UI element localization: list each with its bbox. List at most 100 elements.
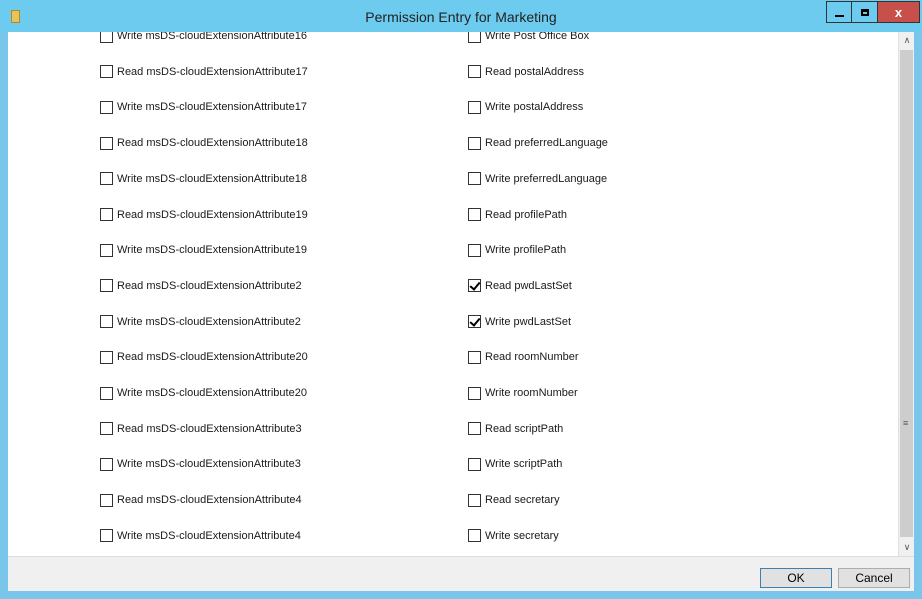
permission-label: Write msDS-cloudExtensionAttribute4 <box>117 529 301 542</box>
permission-label: Read postalAddress <box>485 65 585 78</box>
permission-label: Write preferredLanguage <box>485 172 608 185</box>
permission-checkbox-item[interactable]: Read preferredLanguage <box>468 135 608 151</box>
checkbox[interactable] <box>100 350 113 364</box>
permission-checkbox-item[interactable]: Write profilePath <box>468 242 566 258</box>
permission-label: Read scriptPath <box>485 422 564 435</box>
checkbox[interactable] <box>100 529 113 543</box>
checkbox[interactable] <box>100 172 113 186</box>
maximize-button[interactable] <box>852 1 878 23</box>
checkbox[interactable] <box>468 65 481 79</box>
checkbox[interactable] <box>468 457 481 471</box>
checkbox[interactable] <box>468 100 481 114</box>
permission-checkbox-item[interactable]: Write Post Office Box <box>468 32 589 44</box>
permission-label: Read msDS-cloudExtensionAttribute19 <box>117 208 308 221</box>
permission-label: Write msDS-cloudExtensionAttribute18 <box>117 172 307 185</box>
permission-label: Write profilePath <box>485 244 567 257</box>
scroll-up-arrow-icon[interactable]: ∧ <box>899 32 915 49</box>
checkbox[interactable] <box>100 386 113 400</box>
checkbox[interactable] <box>468 279 481 293</box>
ok-button[interactable]: OK <box>760 568 832 588</box>
permission-checkbox-item[interactable]: Write msDS-cloudExtensionAttribute20 <box>100 385 307 401</box>
permission-label: Read msDS-cloudExtensionAttribute18 <box>117 137 308 150</box>
checkbox[interactable] <box>100 136 113 150</box>
window-title: Permission Entry for Marketing <box>365 9 557 25</box>
permission-checkbox-item[interactable]: Read msDS-cloudExtensionAttribute19 <box>100 207 308 223</box>
checkbox[interactable] <box>100 422 113 436</box>
permission-label: Read msDS-cloudExtensionAttribute2 <box>117 279 302 292</box>
checkbox[interactable] <box>100 457 113 471</box>
permission-label: Write msDS-cloudExtensionAttribute16 <box>117 32 307 42</box>
permission-checkbox-item[interactable]: Write pwdLastSet <box>468 314 571 330</box>
permission-checkbox-item[interactable]: Read pwdLastSet <box>468 278 572 294</box>
permission-label: Read msDS-cloudExtensionAttribute4 <box>117 494 302 507</box>
checkbox[interactable] <box>468 243 481 257</box>
permission-checkbox-item[interactable]: Write msDS-cloudExtensionAttribute2 <box>100 314 301 330</box>
checkbox[interactable] <box>468 32 481 43</box>
title-bar[interactable]: Permission Entry for Marketing x <box>0 0 922 32</box>
permission-checkbox-item[interactable]: Write msDS-cloudExtensionAttribute19 <box>100 242 307 258</box>
permission-label: Read roomNumber <box>485 351 579 364</box>
permission-checkbox-item[interactable]: Write roomNumber <box>468 385 578 401</box>
permission-label: Write msDS-cloudExtensionAttribute3 <box>117 458 301 471</box>
checkbox[interactable] <box>100 100 113 114</box>
checkbox[interactable] <box>468 315 481 329</box>
permission-checkbox-item[interactable]: Write preferredLanguage <box>468 171 607 187</box>
permission-checkbox-item[interactable]: Write msDS-cloudExtensionAttribute17 <box>100 99 307 115</box>
checkbox[interactable] <box>468 172 481 186</box>
permission-checkbox-item[interactable]: Read msDS-cloudExtensionAttribute3 <box>100 421 302 437</box>
permission-checkbox-item[interactable]: Write msDS-cloudExtensionAttribute3 <box>100 456 301 472</box>
checkbox[interactable] <box>468 422 481 436</box>
checkbox[interactable] <box>468 350 481 364</box>
dialog-client: Write msDS-cloudExtensionAttribute16 Read… <box>8 32 914 591</box>
checkbox[interactable] <box>100 65 113 79</box>
checkbox[interactable] <box>468 136 481 150</box>
checkbox[interactable] <box>100 279 113 293</box>
permission-label: Write postalAddress <box>485 101 584 114</box>
permission-checkbox-item[interactable]: Read msDS-cloudExtensionAttribute17 <box>100 64 308 80</box>
permission-checkbox-item[interactable]: Read postalAddress <box>468 64 584 80</box>
permission-label: Read secretary <box>485 494 560 507</box>
checkbox[interactable] <box>100 208 113 221</box>
permission-label: Read preferredLanguage <box>485 137 608 150</box>
permission-checkbox-item[interactable]: Write secretary <box>468 528 559 544</box>
close-icon: x <box>894 4 903 20</box>
permission-label: Write msDS-cloudExtensionAttribute2 <box>117 315 301 328</box>
vertical-scrollbar[interactable]: ∧ ≡ ∨ <box>898 32 914 556</box>
minimize-icon <box>834 15 844 17</box>
scroll-down-arrow-icon[interactable]: ∨ <box>899 539 915 556</box>
permission-checkbox-item[interactable]: Write msDS-cloudExtensionAttribute4 <box>100 528 301 544</box>
permission-checkbox-item[interactable]: Read roomNumber <box>468 349 579 365</box>
checkbox[interactable] <box>468 386 481 400</box>
permission-checkbox-item[interactable]: Read msDS-cloudExtensionAttribute20 <box>100 349 308 365</box>
permission-label: Write msDS-cloudExtensionAttribute19 <box>117 244 307 257</box>
scrollbar-thumb[interactable]: ≡ <box>900 50 913 537</box>
permission-checkbox-item[interactable]: Read scriptPath <box>468 421 563 437</box>
permission-label: Write scriptPath <box>485 458 563 471</box>
permission-checkbox-item[interactable]: Read secretary <box>468 492 560 508</box>
checkbox[interactable] <box>468 208 481 221</box>
permission-checkbox-item[interactable]: Read profilePath <box>468 207 567 223</box>
button-bar: OK Cancel <box>8 556 914 591</box>
checkbox[interactable] <box>468 493 481 507</box>
cancel-button[interactable]: Cancel <box>838 568 910 588</box>
close-button[interactable]: x <box>878 1 920 23</box>
permission-checkbox-item[interactable]: Write postalAddress <box>468 99 583 115</box>
checkbox[interactable] <box>100 493 113 507</box>
minimize-button[interactable] <box>826 1 852 23</box>
permission-checkbox-item[interactable]: Write msDS-cloudExtensionAttribute16 <box>100 32 307 44</box>
permission-label: Write pwdLastSet <box>485 315 572 328</box>
permission-label: Write Post Office Box <box>485 32 590 42</box>
grip-icon: ≡ <box>903 418 909 428</box>
checkbox[interactable] <box>100 243 113 257</box>
permission-label: Write roomNumber <box>485 387 578 399</box>
permission-checkbox-item[interactable]: Read msDS-cloudExtensionAttribute4 <box>100 492 302 508</box>
checkbox[interactable] <box>468 529 481 543</box>
permission-checkbox-item[interactable]: Read msDS-cloudExtensionAttribute2 <box>100 278 302 294</box>
permission-list: Write msDS-cloudExtensionAttribute16 Read… <box>8 32 898 556</box>
permission-checkbox-item[interactable]: Read msDS-cloudExtensionAttribute18 <box>100 135 308 151</box>
permission-label: Read msDS-cloudExtensionAttribute17 <box>117 65 308 78</box>
checkbox[interactable] <box>100 315 113 329</box>
permission-checkbox-item[interactable]: Write msDS-cloudExtensionAttribute18 <box>100 171 307 187</box>
permission-checkbox-item[interactable]: Write scriptPath <box>468 456 562 472</box>
checkbox[interactable] <box>100 32 113 43</box>
